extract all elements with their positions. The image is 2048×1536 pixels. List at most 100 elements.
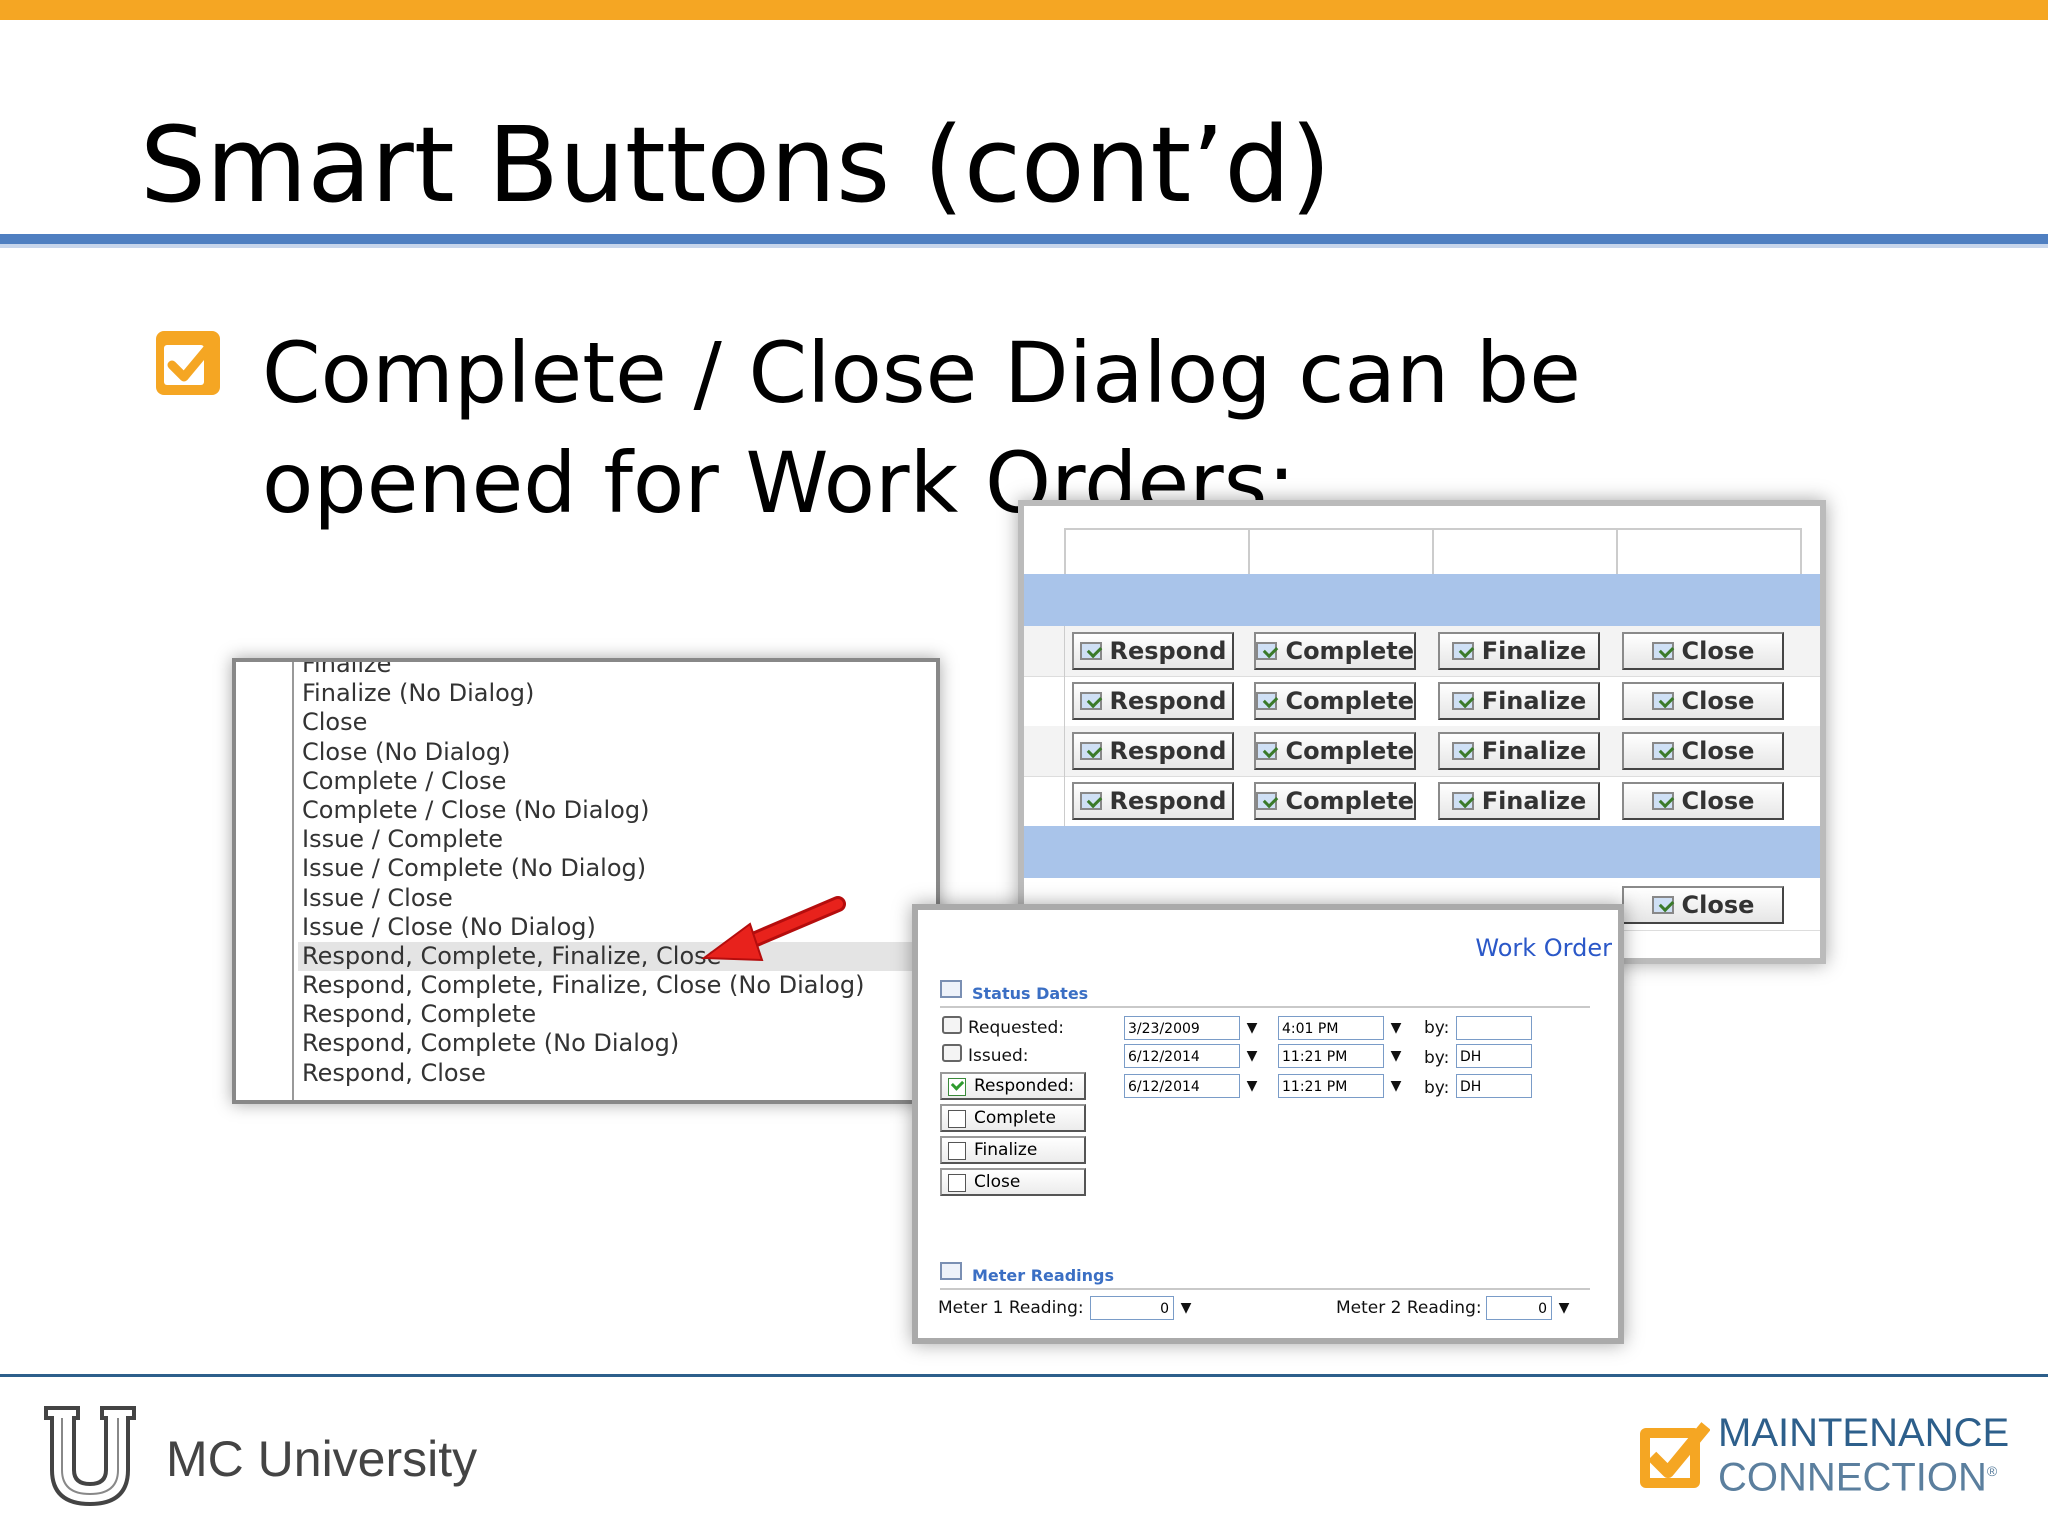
issued-time-field[interactable]: 11:21 PM xyxy=(1278,1044,1384,1068)
dropdown-option[interactable]: Complete / Close (No Dialog) xyxy=(298,796,936,825)
dropdown-option[interactable]: Issue / Complete xyxy=(298,825,936,854)
by-label: by: xyxy=(1424,1018,1450,1038)
smart-button-complete[interactable]: Complete xyxy=(1254,682,1416,720)
grid-header xyxy=(1064,528,1802,576)
requested-icon xyxy=(942,1016,962,1034)
chevron-down-icon[interactable]: ▼ xyxy=(1242,1074,1262,1098)
smart-button-close[interactable]: Close xyxy=(1622,886,1784,924)
dropdown-option[interactable]: Close (No Dialog) xyxy=(298,738,936,767)
row-selector xyxy=(1024,776,1065,826)
unchecked-box-icon xyxy=(948,1174,966,1192)
smart-button-close[interactable]: Close xyxy=(1622,632,1784,670)
smart-button-finalize[interactable]: Finalize xyxy=(1438,732,1600,770)
chevron-down-icon[interactable]: ▼ xyxy=(1386,1044,1406,1068)
row-selector xyxy=(1024,726,1065,776)
smart-button-complete[interactable]: Complete xyxy=(1254,732,1416,770)
smart-button-finalize[interactable]: Finalize xyxy=(1438,632,1600,670)
smart-button-close[interactable]: Close xyxy=(1622,682,1784,720)
footer-rule xyxy=(0,1374,2048,1377)
dropdown-option[interactable]: Complete / Close xyxy=(298,767,936,796)
responded-time-field[interactable]: 11:21 PM xyxy=(1278,1074,1384,1098)
responded-checkbox-button[interactable]: Responded: xyxy=(940,1072,1086,1100)
chevron-down-icon[interactable]: ▼ xyxy=(1554,1296,1574,1320)
dropdown-option[interactable]: Respond, Complete xyxy=(298,1000,936,1029)
dropdown-options[interactable]: Finalize Finalize (No Dialog) Close Close (… xyxy=(298,662,936,1088)
issued-label: Issued: xyxy=(968,1046,1029,1066)
checkmark-document-icon xyxy=(1079,792,1102,810)
checkmark-document-icon xyxy=(1256,792,1278,810)
smart-button-respond[interactable]: Respond xyxy=(1072,732,1234,770)
meter2-label: Meter 2 Reading: xyxy=(1336,1298,1482,1318)
requested-by-field[interactable] xyxy=(1456,1016,1532,1040)
checkmark-document-icon xyxy=(1451,692,1474,710)
chevron-down-icon[interactable]: ▼ xyxy=(1386,1016,1406,1040)
responded-by-field[interactable]: DH xyxy=(1456,1074,1532,1098)
issued-by-field[interactable]: DH xyxy=(1456,1044,1532,1068)
close-checkbox-button[interactable]: Close xyxy=(940,1168,1086,1196)
red-arrow-icon xyxy=(701,896,846,962)
smart-buttons-grid: Respond Complete Finalize Close Respond Compl… xyxy=(1018,500,1826,964)
smart-button-label: Respond xyxy=(1109,637,1227,665)
chevron-down-icon[interactable]: ▼ xyxy=(1176,1296,1196,1320)
work-order-title: Work Order xyxy=(1475,934,1612,962)
smart-button-close[interactable]: Close xyxy=(1622,782,1784,820)
smart-button-close[interactable]: Close xyxy=(1622,732,1784,770)
checkmark-document-icon xyxy=(1256,642,1278,660)
grid-band xyxy=(1024,574,1820,626)
dropdown-option[interactable]: Finalize (No Dialog) xyxy=(298,679,936,708)
requested-time-field[interactable]: 4:01 PM xyxy=(1278,1016,1384,1040)
meter1-field[interactable]: 0 xyxy=(1090,1296,1174,1320)
requested-date-field[interactable]: 3/23/2009 xyxy=(1124,1016,1240,1040)
checkmark-document-icon xyxy=(1079,692,1102,710)
maintenance-connection-logo xyxy=(1640,1422,1710,1488)
checkmark-document-icon xyxy=(1651,642,1674,660)
dropdown-option[interactable]: Respond, Close xyxy=(298,1059,936,1088)
brand-name: MAINTENANCE CONNECTION® xyxy=(1718,1411,2010,1500)
meter2-field[interactable]: 0 xyxy=(1486,1296,1552,1320)
smart-button-complete[interactable]: Complete xyxy=(1254,632,1416,670)
section-rule xyxy=(940,1288,1590,1290)
dropdown-option[interactable]: Respond, Complete, Finalize, Close (No D… xyxy=(298,971,936,1000)
section-rule xyxy=(940,1006,1590,1008)
dropdown-option[interactable]: Issue / Complete (No Dialog) xyxy=(298,854,936,883)
smart-button-finalize[interactable]: Finalize xyxy=(1438,682,1600,720)
smart-button-label: Close xyxy=(1681,637,1755,665)
smart-button-respond[interactable]: Respond xyxy=(1072,782,1234,820)
issued-date-field[interactable]: 6/12/2014 xyxy=(1124,1044,1240,1068)
dropdown-option[interactable]: Close xyxy=(298,708,936,737)
smart-button-label: Complete xyxy=(1285,637,1414,665)
smart-button-label: Respond xyxy=(1109,787,1227,815)
checkbox-bullet-icon xyxy=(156,331,220,395)
smart-button-respond[interactable]: Respond xyxy=(1072,682,1234,720)
dropdown-option[interactable]: Respond, Complete (No Dialog) xyxy=(298,1029,936,1058)
unchecked-box-icon xyxy=(948,1110,966,1128)
checkmark-document-icon xyxy=(1079,642,1102,660)
finalize-checkbox-button[interactable]: Finalize xyxy=(940,1136,1086,1164)
unchecked-box-icon xyxy=(948,1142,966,1160)
checkmark-document-icon xyxy=(1651,692,1674,710)
chevron-down-icon[interactable]: ▼ xyxy=(1242,1016,1262,1040)
chevron-down-icon[interactable]: ▼ xyxy=(1242,1044,1262,1068)
by-label: by: xyxy=(1424,1048,1450,1068)
brand-line-1: MAINTENANCE xyxy=(1718,1411,2010,1455)
title-rule xyxy=(0,234,2048,244)
smart-button-complete[interactable]: Complete xyxy=(1254,782,1416,820)
grid-band xyxy=(1024,826,1820,878)
responded-date-field[interactable]: 6/12/2014 xyxy=(1124,1074,1240,1098)
smart-button-finalize[interactable]: Finalize xyxy=(1438,782,1600,820)
meter-readings-heading: Meter Readings xyxy=(940,1262,1114,1285)
smart-button-dropdown-list[interactable]: Finalize Finalize (No Dialog) Close Close (… xyxy=(232,658,940,1104)
checkmark-document-icon xyxy=(1451,642,1474,660)
smart-button-label: Respond xyxy=(1109,737,1227,765)
complete-checkbox-button[interactable]: Complete xyxy=(940,1104,1086,1132)
chevron-down-icon[interactable]: ▼ xyxy=(1386,1074,1406,1098)
list-gutter xyxy=(236,662,294,1100)
checkmark-document-icon xyxy=(1451,742,1474,760)
meter1-label: Meter 1 Reading: xyxy=(938,1298,1084,1318)
dropdown-option[interactable]: Finalize xyxy=(298,662,936,679)
smart-button-label: Close xyxy=(1681,787,1755,815)
smart-button-respond[interactable]: Respond xyxy=(1072,632,1234,670)
brand-line-2: CONNECTION xyxy=(1718,1455,1987,1500)
calendar-icon xyxy=(940,980,962,998)
smart-button-label: Finalize xyxy=(1481,737,1587,765)
